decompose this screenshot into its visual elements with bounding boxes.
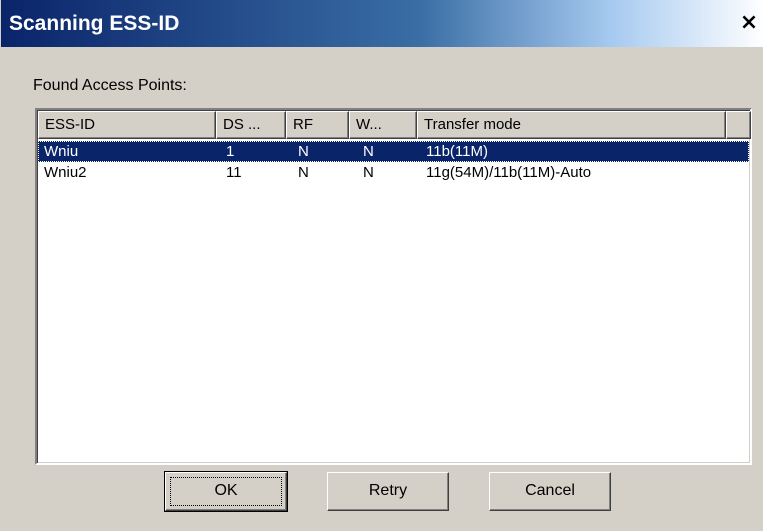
- column-header-w[interactable]: W...: [349, 111, 417, 139]
- column-header-rf[interactable]: RF: [286, 111, 349, 139]
- column-header-filler: [726, 111, 751, 139]
- access-points-list[interactable]: ESS-ID DS ... RF W... Transfer mode Wniu…: [35, 108, 752, 465]
- cell-w: N: [363, 164, 374, 181]
- cell-rf: N: [298, 143, 309, 160]
- cancel-button[interactable]: Cancel: [489, 472, 611, 511]
- title-bar[interactable]: Scanning ESS-ID ×: [1, 0, 763, 47]
- cell-transfer-mode: 11g(54M)/11b(11M)-Auto: [426, 164, 592, 181]
- focus-rect: [38, 141, 749, 162]
- window-title: Scanning ESS-ID: [9, 12, 180, 35]
- cell-transfer-mode: 11b(11M): [426, 143, 488, 160]
- found-access-points-label: Found Access Points:: [33, 77, 187, 94]
- cell-ds: 1: [226, 143, 235, 160]
- table-row[interactable]: Wniu2 11 N N 11g(54M)/11b(11M)-Auto: [38, 162, 749, 183]
- list-rows: Wniu 1 N N 11b(11M) Wniu2 11 N N 11g(54M…: [38, 141, 749, 462]
- close-icon[interactable]: ×: [738, 12, 760, 36]
- table-row[interactable]: Wniu 1 N N 11b(11M): [38, 141, 749, 162]
- list-header: ESS-ID DS ... RF W... Transfer mode: [38, 111, 751, 139]
- column-header-ess-id[interactable]: ESS-ID: [38, 111, 216, 139]
- cell-ds: 11: [226, 164, 242, 181]
- cell-w: N: [363, 143, 374, 160]
- ok-button[interactable]: OK: [164, 471, 288, 512]
- cell-ess-id: Wniu2: [44, 164, 87, 181]
- cell-ess-id: Wniu: [44, 143, 79, 160]
- dialog-window: Scanning ESS-ID × Found Access Points: E…: [0, 0, 763, 531]
- column-header-ds[interactable]: DS ...: [216, 111, 286, 139]
- retry-button[interactable]: Retry: [327, 472, 449, 511]
- column-header-transfer-mode[interactable]: Transfer mode: [417, 111, 726, 139]
- cell-rf: N: [298, 164, 309, 181]
